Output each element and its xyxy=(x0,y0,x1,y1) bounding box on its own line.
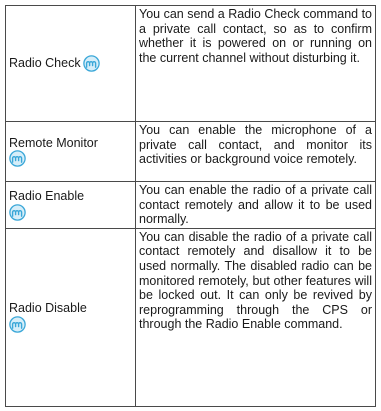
feature-description: You can disable the radio of a private c… xyxy=(135,227,376,407)
feature-name-cell: Radio Enable xyxy=(5,181,136,229)
feature-name-cell: Remote Monitor xyxy=(5,121,136,182)
feature-description: You can enable the microphone of a priva… xyxy=(135,121,376,182)
feature-name: Radio Enable xyxy=(9,189,85,204)
radio-wave-icon xyxy=(9,150,26,168)
feature-description: You can enable the radio of a private ca… xyxy=(135,181,376,229)
table-row: Radio Check You can send a Radio Check c… xyxy=(5,5,376,122)
feature-name: Radio Check xyxy=(9,55,81,70)
feature-name: Radio Disable xyxy=(9,301,87,316)
radio-wave-icon xyxy=(9,203,26,221)
feature-name-cell: Radio Check xyxy=(5,5,136,122)
feature-description: You can send a Radio Check command to a … xyxy=(135,5,376,122)
feature-name: Remote Monitor xyxy=(9,135,98,150)
table-row: Radio Disable You can disable the radio … xyxy=(5,227,376,407)
radio-wave-icon xyxy=(82,55,100,72)
radio-wave-icon xyxy=(9,316,26,333)
feature-table: Radio Check You can send a Radio Check c… xyxy=(5,5,376,407)
table-row: Remote Monitor You can enable the microp… xyxy=(5,121,376,182)
feature-name-cell: Radio Disable xyxy=(5,227,136,407)
table-row: Radio Enable You can enable the radio of… xyxy=(5,181,376,229)
